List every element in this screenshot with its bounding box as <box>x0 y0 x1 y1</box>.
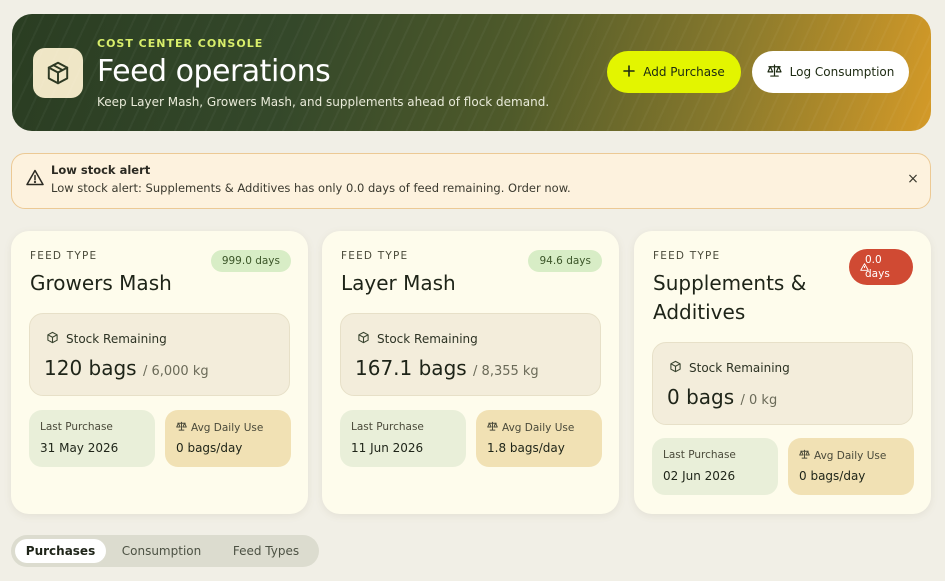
days-badge-unit: days <box>865 268 890 280</box>
feed-card-growers-mash: FEED TYPE Growers Mash 999.0 days Stock … <box>11 231 308 514</box>
scale-icon <box>767 64 782 80</box>
scale-icon <box>799 449 810 462</box>
card-eyebrow: FEED TYPE <box>653 250 721 262</box>
stock-weight: / 6,000 kg <box>142 364 209 379</box>
warning-icon <box>860 261 869 275</box>
feed-card-layer-mash: FEED TYPE Layer Mash 94.6 days Stock Rem… <box>322 231 619 514</box>
scale-icon <box>176 421 187 434</box>
avg-daily-label: Avg Daily Use <box>814 449 887 462</box>
package-icon <box>669 360 682 376</box>
days-remaining-badge: 999.0 days <box>210 250 291 272</box>
last-purchase-label: Last Purchase <box>40 421 113 433</box>
package-icon <box>33 48 83 98</box>
avg-daily-panel: Avg Daily Use 0 bags/day <box>788 438 914 495</box>
stock-weight: / 0 kg <box>740 393 778 408</box>
days-remaining-badge: 0.0 days <box>849 249 913 285</box>
tab-bar: Purchases Consumption Feed Types <box>11 535 319 567</box>
plus-icon <box>623 64 636 80</box>
days-badge-value: 0.0 <box>865 254 882 266</box>
avg-daily-panel: Avg Daily Use 1.8 bags/day <box>476 410 602 467</box>
avg-daily-panel: Avg Daily Use 0 bags/day <box>165 410 291 467</box>
stock-value: 167.1 bags <box>355 356 467 380</box>
alert-message: Low stock alert: Supplements & Additives… <box>51 181 571 195</box>
last-purchase-panel: Last Purchase 31 May 2026 <box>29 410 155 467</box>
tab-purchases[interactable]: Purchases <box>15 539 106 563</box>
add-purchase-label: Add Purchase <box>643 65 725 79</box>
stock-label: Stock Remaining <box>377 332 478 346</box>
add-purchase-button[interactable]: Add Purchase <box>607 51 741 93</box>
stock-label: Stock Remaining <box>689 361 790 375</box>
avg-daily-value: 1.8 bags/day <box>487 441 565 455</box>
header-eyebrow: COST CENTER CONSOLE <box>97 37 264 50</box>
stock-panel: Stock Remaining 167.1 bags / 8,355 kg <box>340 313 601 396</box>
last-purchase-label: Last Purchase <box>663 449 736 461</box>
package-icon <box>357 331 370 347</box>
warning-icon <box>26 169 44 190</box>
avg-daily-value: 0 bags/day <box>799 469 866 483</box>
avg-daily-label: Avg Daily Use <box>502 421 575 434</box>
close-icon[interactable]: × <box>904 171 922 189</box>
last-purchase-value: 02 Jun 2026 <box>663 469 736 483</box>
avg-daily-label: Avg Daily Use <box>191 421 264 434</box>
card-eyebrow: FEED TYPE <box>30 250 98 262</box>
log-consumption-button[interactable]: Log Consumption <box>752 51 909 93</box>
stock-value: 0 bags <box>667 385 735 409</box>
page-header: COST CENTER CONSOLE Feed operations Keep… <box>12 14 931 131</box>
card-title: Supplements & Additives <box>653 271 807 324</box>
days-remaining-badge: 94.6 days <box>528 250 602 272</box>
last-purchase-panel: Last Purchase 11 Jun 2026 <box>340 410 466 467</box>
card-title: Layer Mash <box>341 271 456 295</box>
last-purchase-value: 31 May 2026 <box>40 441 119 455</box>
log-consumption-label: Log Consumption <box>789 65 895 79</box>
last-purchase-label: Last Purchase <box>351 421 424 433</box>
stock-panel: Stock Remaining 120 bags / 6,000 kg <box>29 313 290 396</box>
page-subtitle: Keep Layer Mash, Growers Mash, and suppl… <box>97 95 550 109</box>
stock-weight: / 8,355 kg <box>473 364 539 379</box>
feed-card-supplements-additives: FEED TYPE Supplements & Additives 0.0 da… <box>634 231 931 514</box>
page-title: Feed operations <box>97 54 331 89</box>
low-stock-alert: Low stock alert Low stock alert: Supplem… <box>11 153 931 209</box>
card-eyebrow: FEED TYPE <box>341 250 409 262</box>
alert-title: Low stock alert <box>51 163 151 177</box>
stock-value: 120 bags <box>44 356 137 380</box>
stock-label: Stock Remaining <box>66 332 167 346</box>
tab-consumption[interactable]: Consumption <box>110 539 213 563</box>
stock-panel: Stock Remaining 0 bags / 0 kg <box>652 342 913 425</box>
card-title: Growers Mash <box>30 271 172 295</box>
avg-daily-value: 0 bags/day <box>176 441 243 455</box>
last-purchase-panel: Last Purchase 02 Jun 2026 <box>652 438 778 495</box>
package-icon <box>46 331 59 347</box>
tab-feed-types[interactable]: Feed Types <box>219 539 313 563</box>
scale-icon <box>487 421 498 434</box>
last-purchase-value: 11 Jun 2026 <box>351 441 424 455</box>
